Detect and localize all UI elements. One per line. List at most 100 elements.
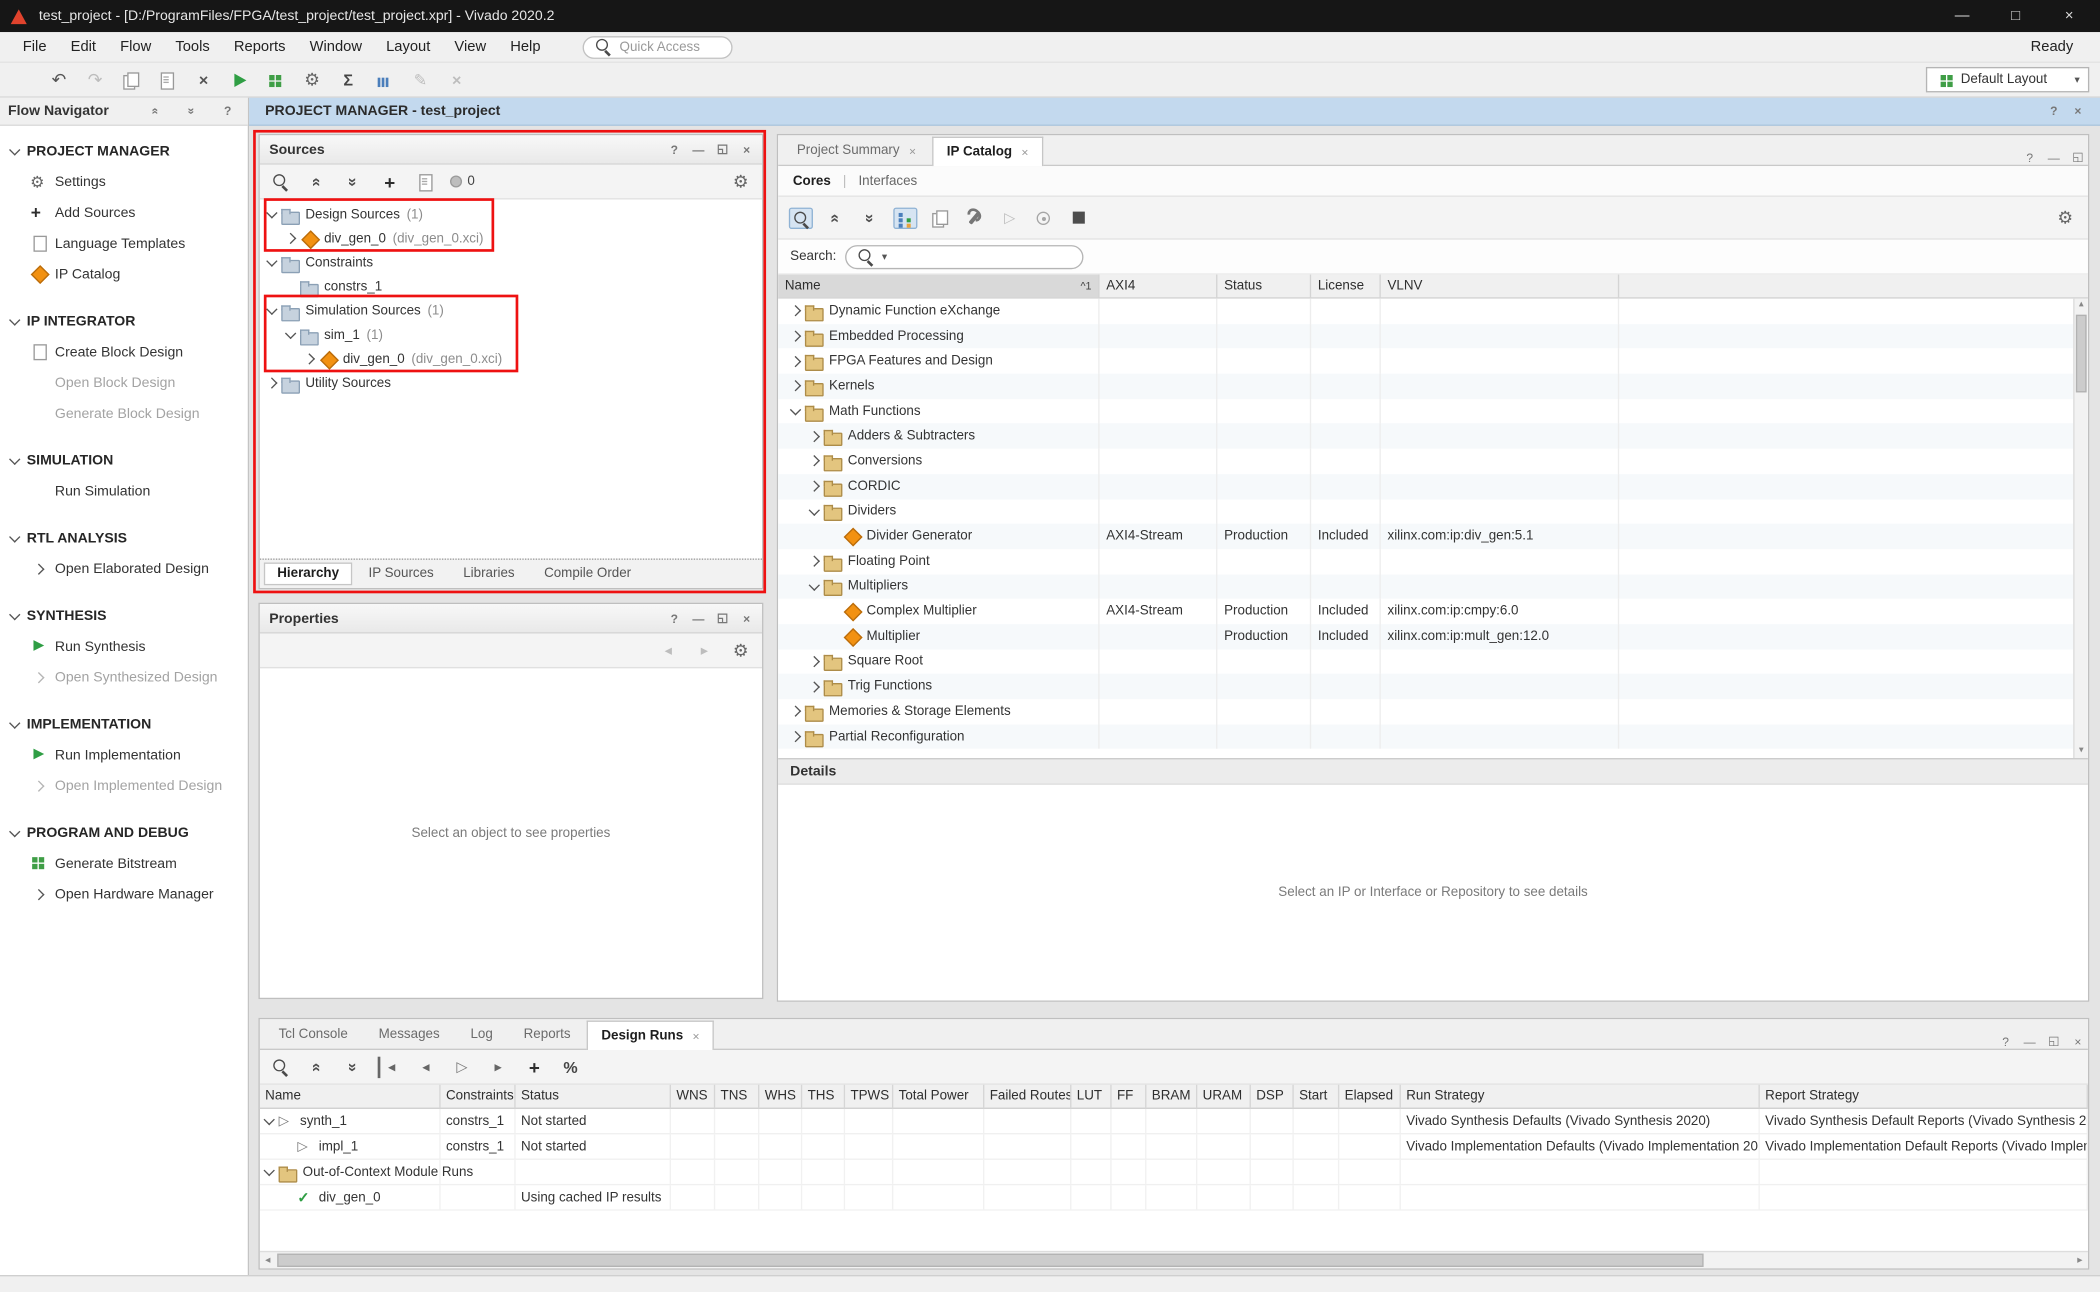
chevron-right-icon[interactable] [809, 656, 820, 667]
flow-section-simulation[interactable]: SIMULATION [0, 446, 248, 475]
chevron-right-icon[interactable] [790, 706, 801, 717]
menu-edit[interactable]: Edit [59, 35, 109, 59]
column-header-name[interactable]: Name^1 [778, 275, 1099, 298]
flow-item-run-implementation[interactable]: Run Implementation [0, 739, 248, 770]
launch-runs-icon[interactable]: ▷ [450, 1056, 474, 1077]
restore-icon[interactable]: ◂ [378, 1056, 402, 1077]
chevron-down-icon[interactable] [9, 826, 20, 837]
flow-item-open-implemented-design[interactable]: Open Implemented Design [0, 770, 248, 801]
next-icon[interactable]: ▸ [692, 640, 716, 661]
source-tree-item-design-sources[interactable]: Design Sources(1) [260, 202, 762, 226]
chevron-right-icon[interactable] [790, 731, 801, 742]
expand-all-icon[interactable]: » [343, 169, 364, 193]
scroll-up-icon[interactable]: ▴ [2075, 299, 2088, 312]
source-tree-item-div-gen-0[interactable]: div_gen_0(div_gen_0.xci) [260, 347, 762, 371]
minimize-icon[interactable]: — [2024, 1035, 2036, 1048]
subtab-interfaces[interactable]: Interfaces [858, 173, 917, 188]
ip-catalog-row-dynamic-function-exchange[interactable]: Dynamic Function eXchange [778, 299, 2088, 324]
column-header-ths[interactable]: THS [802, 1085, 845, 1108]
column-header-axi4[interactable]: AXI4 [1100, 275, 1218, 298]
minimize-icon[interactable]: — [692, 143, 704, 156]
chevron-right-icon[interactable] [33, 888, 44, 899]
help-icon[interactable]: ? [2024, 151, 2036, 164]
ip-settings-icon[interactable] [1033, 207, 1057, 228]
previous-icon[interactable]: ◂ [656, 640, 680, 661]
column-header-status[interactable]: Status [1217, 275, 1311, 298]
menu-view[interactable]: View [442, 35, 498, 59]
paste-icon[interactable] [155, 69, 179, 90]
chevron-down-icon[interactable] [9, 609, 20, 620]
flow-item-run-synthesis[interactable]: Run Synthesis [0, 631, 248, 662]
flow-item-open-synthesized-design[interactable]: Open Synthesized Design [0, 662, 248, 693]
chevron-right-icon[interactable] [266, 377, 277, 388]
flow-item-add-sources[interactable]: +Add Sources [0, 197, 248, 228]
subtab-cores[interactable]: Cores [793, 173, 831, 188]
menu-file[interactable]: File [11, 35, 59, 59]
design-run-row-out-of-context-module-runs[interactable]: Out-of-Context Module Runs [260, 1160, 2088, 1185]
chevron-down-icon[interactable] [9, 531, 20, 542]
column-header-vlnv[interactable]: VLNV [1381, 275, 1619, 298]
flow-section-rtl-analysis[interactable]: RTL ANALYSIS [0, 524, 248, 553]
chevron-down-icon[interactable] [264, 1114, 275, 1125]
chevron-down-icon[interactable] [266, 255, 277, 266]
column-header-uram[interactable]: URAM [1197, 1085, 1251, 1108]
sources-tab-compile-order[interactable]: Compile Order [531, 563, 645, 586]
chevron-down-icon[interactable] [809, 504, 820, 515]
collapse-all-icon[interactable]: « [307, 1055, 328, 1079]
search-icon[interactable] [269, 1056, 293, 1077]
column-header-name[interactable]: Name [260, 1085, 441, 1108]
chevron-down-icon[interactable] [285, 328, 296, 339]
search-icon[interactable] [789, 207, 813, 228]
column-header-wns[interactable]: WNS [671, 1085, 715, 1108]
chevron-right-icon[interactable] [33, 671, 44, 682]
close-icon[interactable]: × [2072, 1035, 2084, 1048]
minimize-icon[interactable]: — [692, 611, 704, 624]
panel-settings-icon[interactable]: ⚙ [729, 171, 753, 192]
flow-section-implementation[interactable]: IMPLEMENTATION [0, 710, 248, 739]
sources-tab-libraries[interactable]: Libraries [450, 563, 528, 586]
chevron-right-icon[interactable] [809, 431, 820, 442]
scroll-down-icon[interactable]: ▾ [2075, 745, 2088, 758]
ip-catalog-row-dividers[interactable]: Dividers [778, 499, 2088, 524]
tab-project-summary[interactable]: Project Summary× [782, 135, 931, 164]
tab-ip-catalog[interactable]: IP Catalog× [932, 137, 1043, 166]
menu-reports[interactable]: Reports [222, 35, 298, 59]
group-by-category-icon[interactable] [893, 207, 917, 228]
source-tree-item-constrs-1[interactable]: constrs_1 [260, 275, 762, 299]
stop-icon[interactable] [1067, 207, 1091, 228]
scrollbar-thumb[interactable] [2076, 315, 2087, 393]
float-icon[interactable]: ◱ [717, 142, 729, 157]
flow-item-open-elaborated-design[interactable]: Open Elaborated Design [0, 553, 248, 584]
ip-catalog-row-partial-reconfiguration[interactable]: Partial Reconfiguration [778, 724, 2088, 749]
chevron-right-icon[interactable] [809, 456, 820, 467]
expand-all-icon[interactable]: » [860, 206, 881, 230]
scrollbar-thumb[interactable] [277, 1254, 1703, 1267]
close-icon[interactable]: × [741, 611, 753, 624]
chevron-down-icon[interactable] [9, 454, 20, 465]
flow-item-generate-bitstream[interactable]: Generate Bitstream [0, 848, 248, 879]
help-icon[interactable]: ? [668, 611, 680, 624]
ip-catalog-row-floating-point[interactable]: Floating Point [778, 549, 2088, 574]
float-icon[interactable]: ◱ [2048, 1034, 2060, 1049]
tab-log[interactable]: Log [456, 1019, 508, 1048]
program-device-icon[interactable] [264, 69, 288, 90]
chevron-down-icon[interactable] [790, 404, 801, 415]
close-icon[interactable]: × [741, 143, 753, 156]
column-header-failed-routes[interactable]: Failed Routes [984, 1085, 1071, 1108]
chevron-right-icon[interactable] [33, 563, 44, 574]
menu-layout[interactable]: Layout [374, 35, 442, 59]
expand-all-icon[interactable]: » [181, 99, 202, 123]
panel-settings-icon[interactable]: ⚙ [729, 640, 753, 661]
collapse-all-icon[interactable]: « [307, 169, 328, 193]
ip-catalog-row-divider-generator[interactable]: Divider GeneratorAXI4-StreamProductionIn… [778, 524, 2088, 549]
report-chart-icon[interactable] [372, 69, 396, 90]
vertical-scrollbar[interactable]: ▴ ▾ [2073, 299, 2088, 758]
column-header-whs[interactable]: WHS [759, 1085, 802, 1108]
quick-access-search[interactable]: Quick Access [582, 35, 732, 58]
close-button[interactable]: × [2060, 8, 2079, 24]
chevron-down-icon[interactable] [9, 718, 20, 729]
chevron-down-icon[interactable] [9, 314, 20, 325]
collapse-all-icon[interactable]: « [145, 99, 166, 123]
ip-catalog-row-multipliers[interactable]: Multipliers [778, 574, 2088, 599]
chevron-right-icon[interactable] [285, 233, 296, 244]
